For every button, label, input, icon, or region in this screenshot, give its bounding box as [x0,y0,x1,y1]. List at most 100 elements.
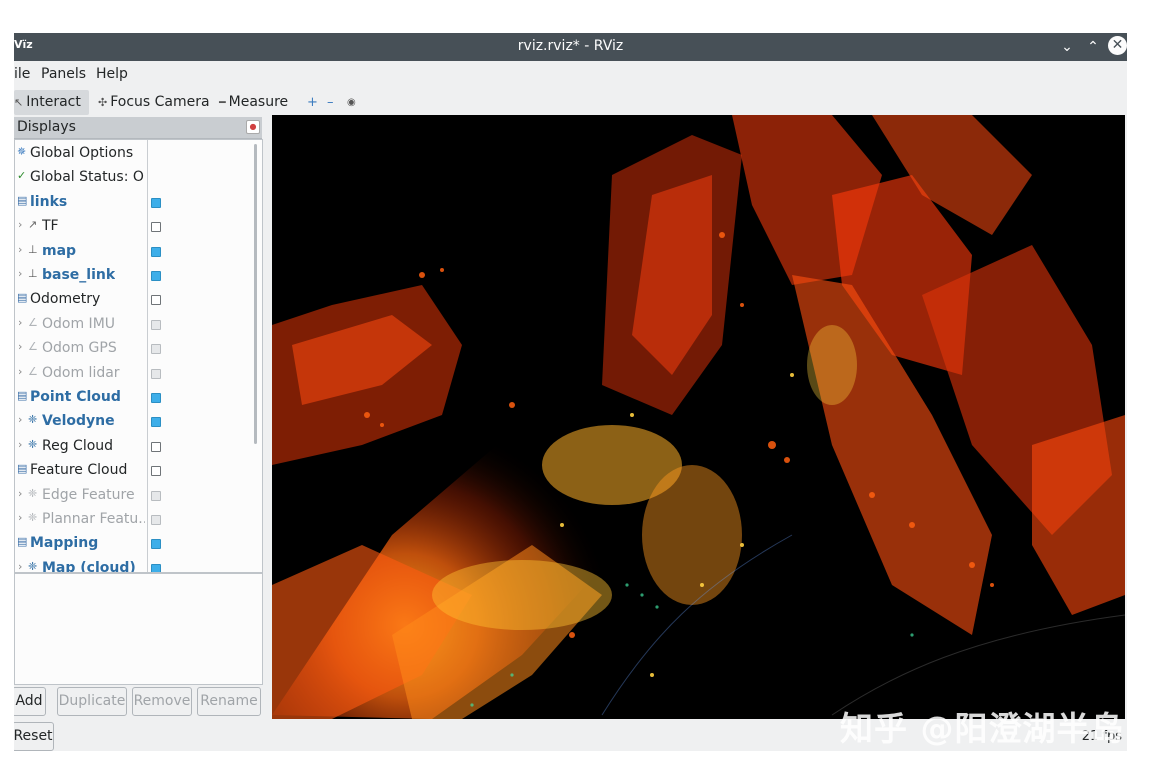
close-icon[interactable]: ✕ [1108,36,1127,55]
expand-arrow-icon[interactable]: › [18,267,22,280]
odometry-icon: ∠ [28,340,38,354]
display-row[interactable]: ✵ Global Options [15,142,254,166]
interact-label: Interact [26,94,81,110]
folder-icon: ▤ [17,389,28,402]
enable-checkbox[interactable] [151,271,161,281]
enable-checkbox[interactable] [151,368,161,379]
displays-panel-title: Displays [17,119,76,135]
pointcloud-icon: ❈ [28,486,38,500]
enable-checkbox[interactable] [151,222,161,233]
display-row[interactable]: ▤ Feature Cloud [15,459,254,483]
crosshair-icon: ✣ [98,96,108,109]
axes-icon: ⊥ [28,242,38,256]
maximize-icon[interactable]: ⌃ [1084,38,1102,56]
enable-checkbox[interactable] [151,319,161,330]
title-bar[interactable]: Vı̈z rviz.rviz* - RViz ⌄ ⌃ ✕ [14,33,1127,61]
tool-bar: ↖ Interact ✣ Focus Camera ━ Measure + – ◉ [14,89,1127,117]
display-row[interactable]: ▤ Odometry [15,288,254,312]
duplicate-button[interactable]: Duplicate [57,687,127,716]
remove-button[interactable]: Remove [132,687,192,716]
column-divider[interactable] [147,140,148,572]
enable-checkbox[interactable] [151,563,161,572]
expand-arrow-icon[interactable]: › [18,511,22,524]
tool-settings-icon[interactable]: ◉ [347,90,356,115]
cursor-icon: ↖ [14,96,24,109]
expand-arrow-icon[interactable]: › [18,243,22,256]
enable-checkbox[interactable] [151,295,161,306]
minimize-icon[interactable]: ⌄ [1058,38,1076,56]
rename-button[interactable]: Rename [197,687,261,716]
display-row[interactable]: › ❈ Plannar Featu... [15,508,254,532]
expand-arrow-icon[interactable]: › [18,365,22,378]
expand-arrow-icon[interactable]: › [18,487,22,500]
display-row[interactable]: › ⊥ base_link [15,264,254,288]
enable-checkbox[interactable] [151,466,161,477]
enable-checkbox[interactable] [151,441,161,452]
enable-checkbox[interactable] [151,490,161,501]
display-label: map [42,242,77,259]
display-row[interactable]: › ❈ Reg Cloud [15,435,254,459]
folder-icon: ▤ [17,291,28,305]
add-button[interactable]: Add [14,687,46,716]
add-tool-icon[interactable]: + [307,90,318,115]
display-row[interactable]: › ∠ Odom IMU [15,313,254,337]
display-row[interactable]: › ∠ Odom GPS [15,337,254,361]
displays-panel-header: Displays ● [14,117,262,139]
display-label: Plannar Featu... [42,511,145,527]
expand-arrow-icon[interactable]: › [18,218,22,231]
menu-panels[interactable]: Panels [41,66,86,82]
remove-tool-icon[interactable]: – [327,90,334,115]
enable-checkbox[interactable] [151,417,161,428]
checkmark-icon: ✓ [17,169,27,183]
interact-tool-button[interactable]: ↖ Interact [14,90,89,115]
expand-arrow-icon[interactable]: › [18,438,22,451]
expand-arrow-icon[interactable]: › [18,316,22,329]
display-label: Feature Cloud [30,462,128,479]
display-label: Map (cloud) [42,559,136,573]
display-row[interactable]: › ∠ Odom lidar [15,362,254,386]
expand-arrow-icon[interactable]: › [18,560,22,572]
menu-help[interactable]: Help [96,66,128,82]
displays-tree[interactable]: ✵ Global Options ✓ Global Status: Ok ▤ links ›… [14,139,263,573]
focus-camera-label: Focus Camera [110,94,210,110]
expand-arrow-icon[interactable]: › [18,413,22,426]
expand-arrow-icon[interactable]: › [18,340,22,353]
folder-icon: ▤ [17,193,28,207]
panel-close-icon[interactable]: ● [246,120,260,134]
enable-checkbox[interactable] [151,393,161,403]
tree-scrollbar[interactable] [254,144,257,444]
display-label: Global Status: Ok [30,169,145,186]
pointcloud-icon: ❈ [28,437,38,451]
measure-tool-button[interactable]: ━ Measure [219,90,288,115]
display-label: Reg Cloud [42,437,114,454]
menu-file[interactable]: ile [14,66,30,82]
display-row[interactable]: › ❈ Map (cloud) [15,557,254,573]
display-row[interactable]: › ❈ Velodyne [15,410,254,434]
globe-icon: ✵ [17,145,27,158]
folder-icon: ▤ [17,535,28,549]
display-label: TF [42,218,59,235]
render-viewport[interactable] [272,115,1125,719]
display-row[interactable]: ✓ Global Status: Ok [15,166,254,190]
display-row[interactable]: › ↗ TF [15,215,254,239]
display-row[interactable]: ▤ Mapping [15,532,254,556]
ruler-icon: ━ [219,96,226,109]
enable-checkbox[interactable] [151,197,161,208]
pointcloud-icon: ❈ [28,511,38,524]
reset-button[interactable]: Reset [14,722,54,751]
display-row[interactable]: › ⊥ map [15,240,254,264]
enable-checkbox[interactable] [151,515,161,525]
display-row[interactable]: ▤ Point Cloud [15,386,254,410]
display-row[interactable]: › ❈ Edge Feature [15,484,254,508]
focus-camera-tool-button[interactable]: ✣ Focus Camera [98,90,210,115]
enable-checkbox[interactable] [151,344,161,355]
display-row[interactable]: ▤ links [15,191,254,215]
display-label: Global Options [30,145,134,161]
pointcloud-icon: ❈ [28,413,38,427]
display-label: Point Cloud [30,389,121,405]
display-label: Odom GPS [42,340,117,357]
enable-checkbox[interactable] [151,246,161,257]
enable-checkbox[interactable] [151,539,161,550]
display-label: Velodyne [42,413,115,430]
display-label: Mapping [30,535,99,552]
